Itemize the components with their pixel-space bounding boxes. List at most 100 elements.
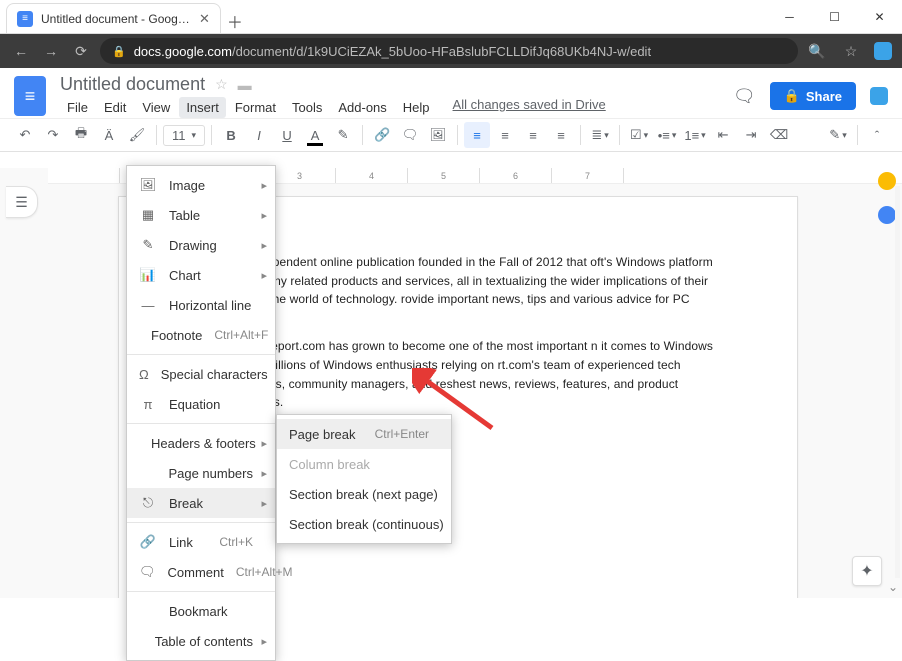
account-avatar[interactable] xyxy=(870,87,888,105)
menu-item-label: Drawing xyxy=(169,238,253,253)
align-justify-button[interactable]: ≡ xyxy=(548,122,574,148)
underline-button[interactable]: U xyxy=(274,122,300,148)
outline-toggle[interactable]: ☰ xyxy=(6,186,38,218)
menu-help[interactable]: Help xyxy=(396,97,437,118)
redo-button[interactable]: ↷ xyxy=(40,122,66,148)
keep-icon[interactable] xyxy=(878,172,896,190)
close-tab-icon[interactable]: ✕ xyxy=(199,11,210,27)
tasks-icon[interactable] xyxy=(878,206,896,224)
vertical-scrollbar[interactable] xyxy=(895,186,900,578)
insert-item-headers-footers[interactable]: Headers & footers▸ xyxy=(127,428,275,458)
insert-item-link[interactable]: 🔗LinkCtrl+K xyxy=(127,527,275,557)
url-field[interactable]: 🔒 docs.google.com/document/d/1k9UCiEZAk_… xyxy=(100,38,798,64)
insert-item-special-characters[interactable]: Ω Special characters xyxy=(127,359,275,389)
align-left-button[interactable]: ≡ xyxy=(464,122,490,148)
bookmark-star-icon[interactable]: ☆ xyxy=(840,43,862,60)
line-spacing-button[interactable]: ≣▾ xyxy=(587,122,613,148)
menu-file[interactable]: File xyxy=(60,97,95,118)
text-color-button[interactable]: A xyxy=(302,122,328,148)
break-item-section-break-continuous-[interactable]: Section break (continuous) xyxy=(277,509,451,539)
indent-button[interactable]: ⇥ xyxy=(738,122,764,148)
spellcheck-button[interactable]: Ӓ xyxy=(96,122,122,148)
collapse-toolbar-button[interactable]: ˆ xyxy=(864,122,890,148)
menu-format[interactable]: Format xyxy=(228,97,283,118)
ruler-mark xyxy=(48,168,120,183)
insert-image-button[interactable]: 🖼 xyxy=(425,122,451,148)
menu-item-label: Special characters xyxy=(161,367,268,382)
maximize-button[interactable]: ☐ xyxy=(812,0,857,33)
minimize-button[interactable]: ─ xyxy=(767,0,812,33)
share-button[interactable]: 🔒Share xyxy=(770,82,856,110)
forward-button[interactable]: → xyxy=(40,43,62,59)
insert-item-bookmark[interactable]: Bookmark xyxy=(127,596,275,626)
insert-comment-button[interactable]: 🗨 xyxy=(397,122,423,148)
insert-item-page-numbers[interactable]: Page numbers▸ xyxy=(127,458,275,488)
align-right-button[interactable]: ≡ xyxy=(520,122,546,148)
scroll-down-icon[interactable]: ⌄ xyxy=(888,580,898,594)
checklist-button[interactable]: ☑▾ xyxy=(626,122,652,148)
insert-item-image[interactable]: 🖼Image▸ xyxy=(127,170,275,200)
menu-item-label: Table of contents xyxy=(155,634,253,649)
browser-tab[interactable]: ≡ Untitled document - Google Doc ✕ xyxy=(6,3,221,33)
print-button[interactable]: 🖶 xyxy=(68,122,94,148)
back-button[interactable]: ← xyxy=(10,43,32,59)
align-center-button[interactable]: ≡ xyxy=(492,122,518,148)
extension-icon[interactable] xyxy=(874,42,892,60)
italic-button[interactable]: I xyxy=(246,122,272,148)
insert-item-footnote[interactable]: FootnoteCtrl+Alt+F xyxy=(127,320,275,350)
insert-item-horizontal-line[interactable]: ―Horizontal line xyxy=(127,290,275,320)
editing-mode-button[interactable]: ✎▾ xyxy=(825,122,851,148)
tab-strip: ≡ Untitled document - Google Doc ✕ ＋ xyxy=(0,0,767,33)
insert-item-drawing[interactable]: ✎Drawing▸ xyxy=(127,230,275,260)
clear-format-button[interactable]: ⌫ xyxy=(766,122,792,148)
explore-button[interactable]: ✦ xyxy=(852,556,882,586)
number-list-button[interactable]: 1≡▾ xyxy=(682,122,708,148)
insert-item-break[interactable]: ⎋Break▸ xyxy=(127,488,275,518)
menu-item-label: Break xyxy=(169,496,253,511)
zoom-icon[interactable]: 🔍 xyxy=(806,43,828,60)
lock-icon: 🔒 xyxy=(784,88,800,104)
menu-insert[interactable]: Insert xyxy=(179,97,226,118)
submenu-arrow-icon: ▸ xyxy=(261,239,267,252)
submenu-arrow-icon: ▸ xyxy=(261,209,267,222)
star-icon[interactable]: ☆ xyxy=(215,76,228,93)
bold-button[interactable]: B xyxy=(218,122,244,148)
url-text: docs.google.com/document/d/1k9UCiEZAk_5b… xyxy=(134,44,651,59)
docs-header: ≡ Untitled document ☆ ▬ File Edit View I… xyxy=(0,68,902,118)
insert-item-equation[interactable]: πEquation xyxy=(127,389,275,419)
insert-item-table-of-contents[interactable]: Table of contents ▸ xyxy=(127,626,275,656)
new-tab-button[interactable]: ＋ xyxy=(221,9,249,33)
menu-addons[interactable]: Add-ons xyxy=(331,97,393,118)
break-item-section-break-next-page-[interactable]: Section break (next page) xyxy=(277,479,451,509)
outdent-button[interactable]: ⇤ xyxy=(710,122,736,148)
menu-item-label: Section break (continuous) xyxy=(289,517,444,532)
docs-app-icon[interactable]: ≡ xyxy=(14,76,46,116)
submenu-arrow-icon: ▸ xyxy=(261,437,267,450)
menu-item-icon: Ω xyxy=(139,367,149,382)
menu-item-label: Page numbers xyxy=(168,466,253,481)
font-size-select[interactable]: 11▾ xyxy=(163,125,205,146)
break-submenu: Page breakCtrl+EnterColumn breakSection … xyxy=(276,414,452,544)
insert-link-button[interactable]: 🔗 xyxy=(369,122,395,148)
insert-item-chart[interactable]: 📊Chart▸ xyxy=(127,260,275,290)
submenu-arrow-icon: ▸ xyxy=(261,635,267,648)
menu-view[interactable]: View xyxy=(135,97,177,118)
save-status[interactable]: All changes saved in Drive xyxy=(453,97,606,118)
menu-item-label: Horizontal line xyxy=(169,298,253,313)
move-folder-icon[interactable]: ▬ xyxy=(238,77,252,93)
insert-item-comment[interactable]: 🗨CommentCtrl+Alt+M xyxy=(127,557,275,587)
break-item-page-break[interactable]: Page breakCtrl+Enter xyxy=(277,419,451,449)
undo-button[interactable]: ↶ xyxy=(12,122,38,148)
insert-item-table[interactable]: ▦Table▸ xyxy=(127,200,275,230)
menu-item-shortcut: Ctrl+Alt+M xyxy=(236,565,293,579)
menu-edit[interactable]: Edit xyxy=(97,97,133,118)
document-title[interactable]: Untitled document xyxy=(60,74,205,95)
close-window-button[interactable]: ✕ xyxy=(857,0,902,33)
menu-tools[interactable]: Tools xyxy=(285,97,329,118)
paint-format-button[interactable]: 🖌 xyxy=(124,122,150,148)
highlight-button[interactable]: ✎ xyxy=(330,122,356,148)
reload-button[interactable]: ⟳ xyxy=(70,43,92,60)
insert-dropdown: 🖼Image▸▦Table▸✎Drawing▸📊Chart▸―Horizonta… xyxy=(126,165,276,661)
bullet-list-button[interactable]: •≡▾ xyxy=(654,122,680,148)
comments-icon[interactable]: 🗨 xyxy=(733,86,756,107)
